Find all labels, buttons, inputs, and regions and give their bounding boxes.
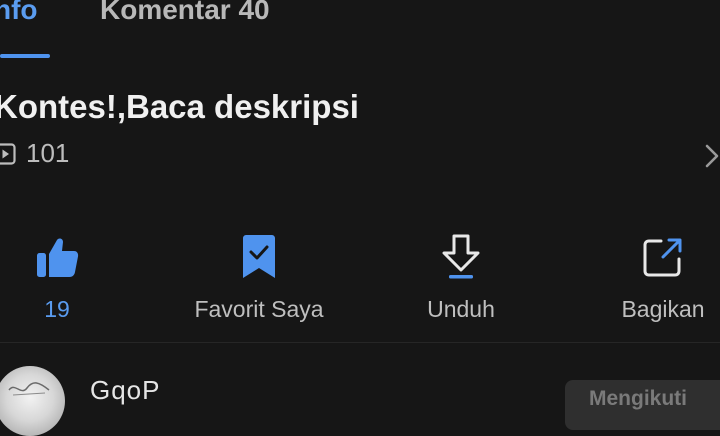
share-icon xyxy=(643,238,682,277)
download-icon xyxy=(442,234,480,279)
video-title: Kontes!,Baca deskripsi xyxy=(0,88,359,125)
favorite-label: Favorit Saya xyxy=(194,296,324,322)
share-button[interactable]: Bagikan xyxy=(583,232,720,323)
view-count-row: 101 xyxy=(0,138,69,169)
view-count: 101 xyxy=(26,138,70,168)
like-count: 19 xyxy=(44,296,70,322)
favorite-button[interactable]: Favorit Saya xyxy=(179,232,339,323)
tab-comments[interactable]: Komentar 40 xyxy=(100,0,270,26)
thumbs-up-icon xyxy=(37,238,79,277)
author-name[interactable]: GqoP xyxy=(90,375,161,406)
tab-info[interactable]: nfo xyxy=(0,0,38,26)
download-button[interactable]: Unduh xyxy=(381,232,541,323)
active-tab-indicator xyxy=(0,54,50,58)
download-label: Unduh xyxy=(427,296,495,322)
share-label: Bagikan xyxy=(621,296,705,322)
chevron-right-icon[interactable] xyxy=(703,143,720,169)
play-icon xyxy=(0,142,16,165)
avatar-image xyxy=(8,382,50,396)
avatar[interactable] xyxy=(0,366,65,436)
bookmark-check-icon xyxy=(243,235,275,278)
like-button[interactable]: 19 xyxy=(0,232,137,323)
follow-button[interactable]: Mengikuti xyxy=(565,380,720,430)
section-divider xyxy=(0,342,720,343)
